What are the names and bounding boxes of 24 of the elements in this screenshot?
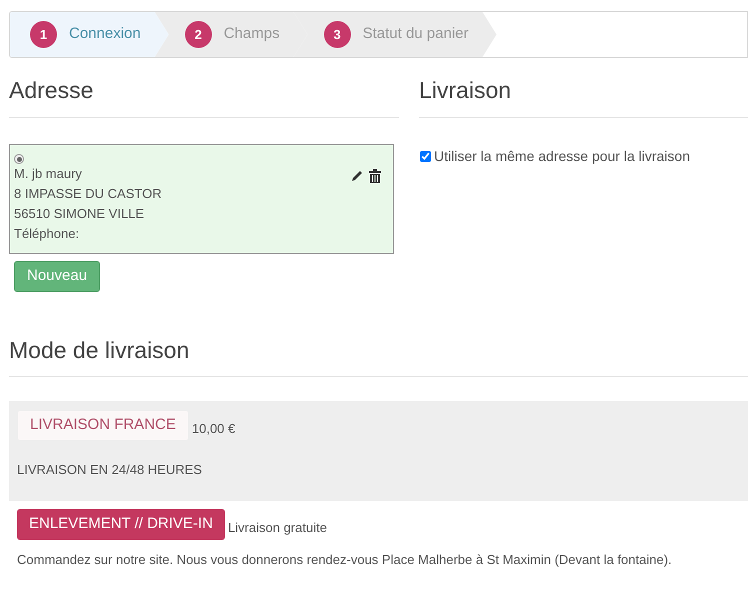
new-button[interactable]: Nouveau	[14, 261, 100, 292]
section-title: Livraison	[419, 76, 512, 104]
step-tab[interactable]: 1 Connexion	[10, 12, 169, 57]
address-line: 56510 SIMONE VILLE	[14, 205, 144, 223]
shipping-option-button[interactable]: ENLEVEMENT // DRIVE-IN	[17, 509, 225, 540]
shipping-price: 10,00 €	[192, 420, 236, 438]
pencil-icon[interactable]	[350, 169, 364, 183]
shipping-price: Livraison gratuite	[228, 518, 327, 537]
shipping-description: LIVRAISON EN 24/48 HEURES	[17, 461, 203, 479]
trash-icon[interactable]	[369, 169, 381, 183]
section-title: Mode de livraison	[9, 336, 190, 364]
radio-button[interactable]	[14, 154, 24, 164]
same-address-checkbox[interactable]	[420, 151, 431, 162]
address-line: 8 IMPASSE DU CASTOR	[14, 185, 162, 203]
checkbox-label: Utiliser la même adresse pour la livraison	[434, 147, 690, 166]
shipping-option-button[interactable]: LIVRAISON FRANCE	[17, 410, 189, 441]
address-card[interactable]: M. jb maury 8 IMPASSE DU CASTOR 56510 SIMONE VILLE Téléphone:	[9, 144, 394, 254]
section-title: Adresse	[9, 76, 94, 104]
step-tab[interactable]: 3 Statut du panier	[294, 12, 496, 57]
shipping-option[interactable]: LIVRAISON FRANCE 10,00 € LIVRAISON EN 24/48 HEURES	[9, 401, 748, 501]
address-line: Téléphone:	[14, 225, 80, 243]
address-line: M. jb maury	[14, 165, 82, 183]
shipping-description: Commandez sur notre site. Nous vous donnerons rendez-vous Place Malherbe à St Maximin (Devant la fontaine).	[17, 551, 673, 569]
step-tab[interactable]: 2 Champs	[154, 12, 308, 57]
